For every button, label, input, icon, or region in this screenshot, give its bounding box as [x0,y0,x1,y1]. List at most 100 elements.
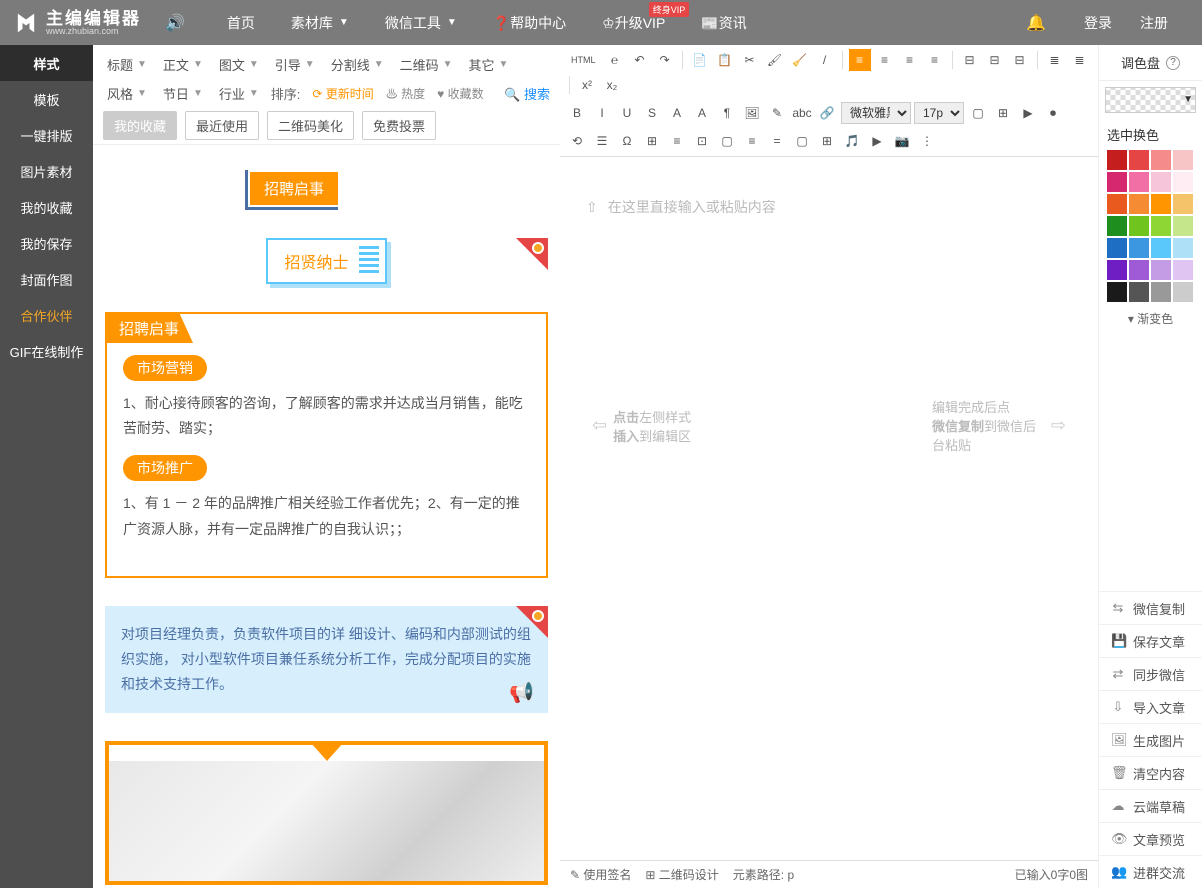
color-swatch[interactable] [1173,150,1193,170]
color-swatch[interactable] [1151,172,1171,192]
toolbar-btn[interactable]: x² [576,74,598,96]
color-swatch[interactable] [1151,150,1171,170]
filter-二维码[interactable]: 二维码▼ [396,53,457,76]
color-swatch[interactable] [1151,194,1171,214]
toolbar-btn[interactable]: ≣ [1044,49,1066,71]
sidebar-item-3[interactable]: 图片素材 [0,153,93,189]
style-block-4[interactable]: 对项目经理负责，负责软件项目的详 细设计、编码和内部测试的组织实施， 对小型软件… [105,606,548,714]
action-进群交流[interactable]: 👥进群交流 [1099,855,1202,888]
toolbar-btn[interactable]: ⊟ [984,49,1006,71]
color-swatch[interactable] [1129,194,1149,214]
toolbar-btn[interactable]: ☰ [591,130,613,152]
toolbar-btn[interactable]: 🖌 [764,49,786,71]
action-生成图片[interactable]: 🖼生成图片 [1099,723,1202,756]
toolbar-btn[interactable]: abc [791,102,813,124]
toolbar-btn[interactable]: ▢ [791,130,813,152]
toolbar-btn[interactable]: ¶ [716,102,738,124]
toolbar-btn[interactable]: 📷 [891,130,913,152]
filter-btn-3[interactable]: 免费投票 [362,111,436,140]
toolbar-btn[interactable]: 🧹 [789,49,811,71]
action-导入文章[interactable]: ⇩导入文章 [1099,690,1202,723]
toolbar-btn[interactable]: A [691,102,713,124]
qr-design[interactable]: ⊞ 二维码设计 [645,866,718,883]
element-path[interactable]: p [787,868,794,882]
toolbar-btn[interactable]: ↶ [629,49,651,71]
topnav-item-3[interactable]: ❓帮助中心 [475,0,584,45]
color-swatch[interactable] [1173,216,1193,236]
filter-分割线[interactable]: 分割线▼ [327,53,388,76]
filter-图文[interactable]: 图文▼ [215,53,263,76]
toolbar-size-select[interactable]: 17px [914,102,964,124]
editor-canvas[interactable]: ⇧ 在这里直接输入或粘贴内容 ⇦ 点击左侧样式插入到编辑区 编辑完成后点微信复制… [560,157,1098,860]
toolbar-btn[interactable]: ≡ [666,130,688,152]
bell-icon[interactable]: 🔔 [1026,13,1046,33]
toolbar-btn[interactable]: ≡ [899,49,921,71]
sort-opt-2[interactable]: ♥ 收藏数 [437,85,483,102]
toolbar-btn[interactable]: 📋 [714,49,736,71]
action-清空内容[interactable]: 🗑清空内容 [1099,756,1202,789]
color-swatch[interactable] [1107,194,1127,214]
toolbar-btn[interactable]: ⊟ [1009,49,1031,71]
toolbar-btn[interactable]: ⊟ [959,49,981,71]
color-swatch[interactable] [1107,238,1127,258]
toolbar-btn[interactable]: x₂ [601,74,623,96]
toolbar-btn[interactable]: ▢ [967,102,989,124]
color-swatch[interactable] [1107,282,1127,302]
color-swatch[interactable] [1173,172,1193,192]
sidebar-item-8[interactable]: GIF在线制作 [0,333,93,369]
color-swatch[interactable] [1107,260,1127,280]
style-list[interactable]: 招聘启事 招贤纳士 招聘启事 市场营销 1、耐心接待顾客的咨询，了解顾客的需求并… [93,158,560,888]
toolbar-btn[interactable]: 🎵 [841,130,863,152]
toolbar-btn[interactable]: 📄 [689,49,711,71]
action-微信复制[interactable]: ⇆微信复制 [1099,591,1202,624]
filter-btn-1[interactable]: 最近使用 [185,111,259,140]
toolbar-btn[interactable]: = [766,130,788,152]
filter-引导[interactable]: 引导▼ [271,53,319,76]
color-swatch[interactable] [1107,150,1127,170]
color-swatch[interactable] [1151,238,1171,258]
style-block-5[interactable] [105,741,548,885]
sound-icon[interactable]: 🔊 [165,13,185,33]
toolbar-btn[interactable]: ▢ [716,130,738,152]
color-swatch[interactable] [1129,150,1149,170]
toolbar-btn[interactable]: / [814,49,836,71]
sidebar-item-4[interactable]: 我的收藏 [0,189,93,225]
filter-标题[interactable]: 标题▼ [103,53,151,76]
toolbar-btn[interactable]: 🖼 [741,102,763,124]
login-link[interactable]: 登录 [1070,13,1126,33]
filter-节日[interactable]: 节日▼ [159,82,207,105]
action-文章预览[interactable]: 👁文章预览 [1099,822,1202,855]
toolbar-btn[interactable]: ✂ [739,49,761,71]
toolbar-btn[interactable]: ≣ [1069,49,1091,71]
sidebar-item-6[interactable]: 封面作图 [0,261,93,297]
toolbar-btn[interactable]: ≡ [874,49,896,71]
topnav-item-0[interactable]: 首页 [209,0,273,45]
color-swatch[interactable] [1129,260,1149,280]
toolbar-btn[interactable]: ↷ [654,49,676,71]
action-同步微信[interactable]: ⇄同步微信 [1099,657,1202,690]
toolbar-btn[interactable]: ⏺ [1042,102,1064,124]
color-swatch[interactable] [1129,172,1149,192]
toolbar-btn[interactable]: Ω [616,130,638,152]
toolbar-btn[interactable]: ⊞ [641,130,663,152]
filter-其它[interactable]: 其它▼ [465,53,513,76]
color-swatch[interactable] [1173,282,1193,302]
color-swatch[interactable] [1129,216,1149,236]
toolbar-btn[interactable]: ⊞ [992,102,1014,124]
logo[interactable]: 主编编辑器 www.zhubian.com [0,9,153,37]
action-云端草稿[interactable]: ☁云端草稿 [1099,789,1202,822]
topnav-item-4[interactable]: ♔升级VIP终身VIP [584,0,683,45]
color-swatch[interactable] [1173,194,1193,214]
style-block-1[interactable]: 招聘启事 [105,170,548,210]
toolbar-btn[interactable]: ℮ [604,49,626,71]
help-icon[interactable]: ? [1166,56,1180,70]
toolbar-btn[interactable]: B [566,102,588,124]
toolbar-btn[interactable]: U [616,102,638,124]
toolbar-btn[interactable]: ▶ [1017,102,1039,124]
toolbar-btn[interactable]: ≡ [924,49,946,71]
color-swatch[interactable] [1151,282,1171,302]
topnav-item-5[interactable]: 📰资讯 [683,0,764,45]
toolbar-btn[interactable]: ⊡ [691,130,713,152]
toolbar-font-select[interactable]: 微软雅黑 [841,102,911,124]
style-block-3[interactable]: 招聘启事 市场营销 1、耐心接待顾客的咨询，了解顾客的需求并达成当月销售，能吃苦… [105,312,548,578]
